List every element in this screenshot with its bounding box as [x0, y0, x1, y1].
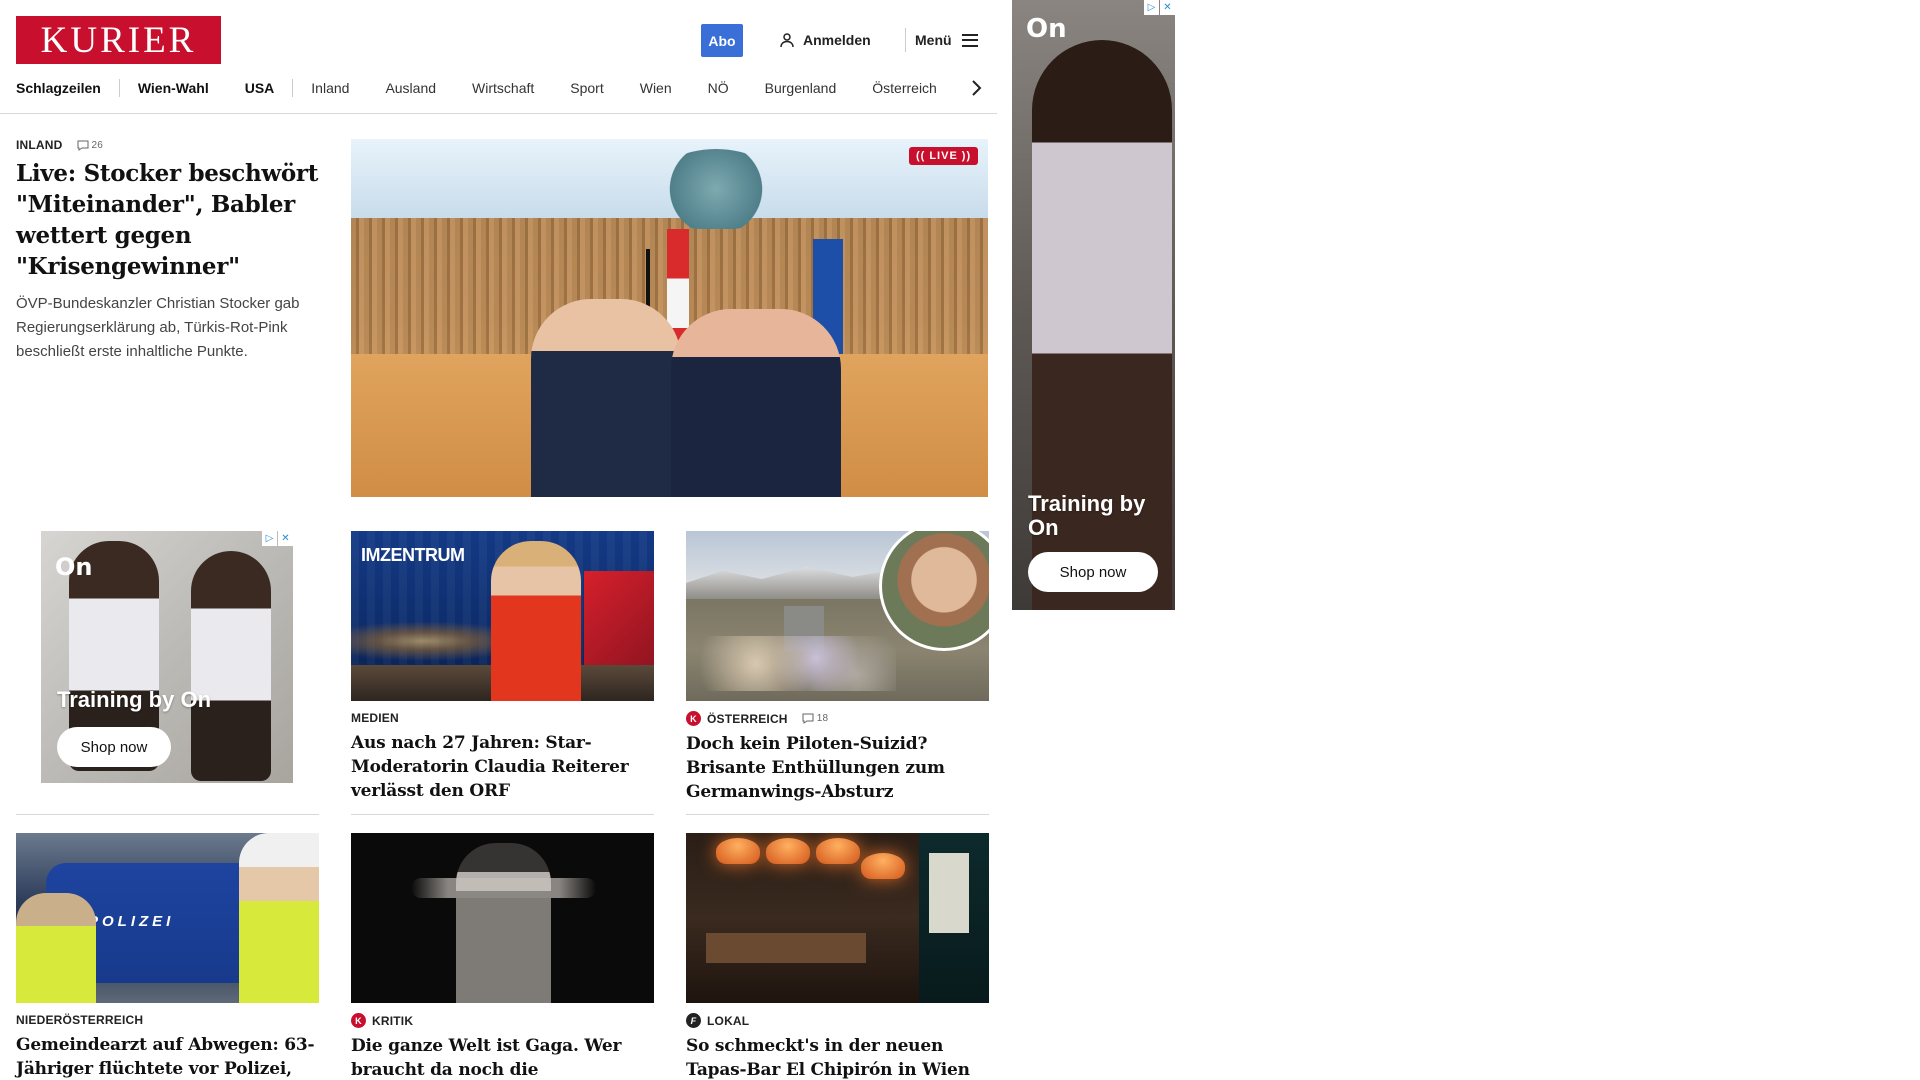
nav-item-wien-wahl[interactable]: Wien-Wahl — [120, 76, 227, 100]
user-icon — [780, 33, 794, 48]
site-header: KURIER Abo Anmelden Menü Schlagzeilen Wi… — [0, 0, 997, 114]
card-kicker: NIEDERÖSTERREICH — [16, 1013, 319, 1027]
nav-item-oesterreich[interactable]: Österreich — [854, 76, 955, 100]
row-divider — [351, 814, 654, 815]
advertisement-sidebar[interactable]: On ▷ ✕ Training by On Shop now — [1012, 0, 1175, 610]
ad-controls: ▷ ✕ — [262, 531, 293, 546]
comment-icon — [802, 713, 814, 724]
menu-label: Menü — [915, 32, 952, 48]
im-zentrum-logo: IMZENTRUM — [361, 545, 465, 565]
nav-item-burgenland[interactable]: Burgenland — [747, 76, 855, 100]
live-badge: (( LIVE )) — [909, 147, 979, 165]
menu-icon — [961, 33, 978, 47]
article-card-lokal[interactable]: f LOKAL So schmeckt's in der neuen Tapas… — [686, 833, 989, 1080]
card-title[interactable]: Aus nach 27 Jahren: Star-Moderatorin Cla… — [351, 731, 654, 803]
card-category: MEDIEN — [351, 711, 399, 725]
article-card-medien[interactable]: IMZENTRUM MEDIEN Aus nach 27 Jahren: Sta… — [351, 531, 654, 803]
article-image[interactable] — [686, 531, 989, 701]
row-divider — [16, 814, 319, 815]
header-divider — [905, 28, 906, 52]
ad-close-icon[interactable]: ✕ — [1160, 0, 1175, 15]
nav-item-schlagzeilen[interactable]: Schlagzeilen — [16, 76, 119, 100]
ad-shop-now-button[interactable]: Shop now — [57, 727, 171, 767]
lead-comment-count[interactable]: 26 — [77, 140, 104, 151]
nav-item-wien[interactable]: Wien — [622, 76, 690, 100]
card-kicker: MEDIEN — [351, 711, 654, 725]
login-label: Anmelden — [803, 32, 871, 48]
portrait-inset — [879, 531, 989, 651]
lead-article[interactable]: INLAND 26 Live: Stocker beschwört "Mitei… — [16, 138, 321, 364]
article-image[interactable]: POLIZEI — [16, 833, 319, 1003]
on-logo: On — [1026, 14, 1067, 44]
article-image[interactable] — [351, 833, 654, 1003]
live-label: LIVE — [929, 150, 958, 162]
lead-category: INLAND — [16, 138, 63, 152]
advertisement-inline[interactable]: On ▷ ✕ Training by On Shop now — [41, 531, 293, 783]
card-title[interactable]: So schmeckt's in der neuen Tapas-Bar El … — [686, 1034, 989, 1080]
nav-item-wirtschaft[interactable]: Wirtschaft — [454, 76, 552, 100]
comment-count: 18 — [816, 713, 829, 724]
chevron-right-icon[interactable] — [966, 78, 986, 98]
card-kicker: K KRITIK — [351, 1013, 654, 1028]
card-title[interactable]: Doch kein Piloten-Suizid? Brisante Enthü… — [686, 732, 989, 804]
ad-shop-now-button[interactable]: Shop now — [1028, 552, 1158, 592]
k-badge-icon: K — [686, 711, 701, 726]
nav-item-usa[interactable]: USA — [227, 76, 293, 100]
card-title[interactable]: Gemeindearzt auf Abwegen: 63-Jähriger fl… — [16, 1033, 319, 1080]
card-category: ÖSTERREICH — [707, 711, 788, 726]
ad-tagline: Training by On — [57, 687, 212, 712]
card-category: KRITIK — [372, 1013, 414, 1028]
adchoices-icon[interactable]: ▷ — [262, 531, 277, 546]
polizei-lettering: POLIZEI — [88, 913, 175, 930]
card-category: LOKAL — [707, 1013, 750, 1028]
lead-teaser: ÖVP-Bundeskanzler Christian Stocker gab … — [16, 295, 300, 360]
card-comment-count[interactable]: 18 — [802, 713, 829, 724]
comment-icon — [77, 140, 89, 151]
ad-close-icon[interactable]: ✕ — [278, 531, 293, 546]
card-title[interactable]: Die ganze Welt ist Gaga. Wer braucht da … — [351, 1034, 654, 1080]
menu-button[interactable]: Menü — [915, 28, 978, 52]
on-logo: On — [55, 553, 93, 581]
card-kicker: K ÖSTERREICH 18 — [686, 711, 989, 726]
article-image[interactable] — [686, 833, 989, 1003]
card-category: NIEDERÖSTERREICH — [16, 1013, 144, 1027]
nav-item-inland[interactable]: Inland — [293, 76, 367, 100]
adchoices-icon[interactable]: ▷ — [1144, 0, 1159, 15]
live-signal-icon: )) — [961, 150, 972, 162]
article-card-kritik[interactable]: K KRITIK Die ganze Welt ist Gaga. Wer br… — [351, 833, 654, 1080]
ad-tagline: Training by On — [1028, 491, 1146, 540]
abo-button[interactable]: Abo — [701, 24, 743, 57]
article-image[interactable]: IMZENTRUM — [351, 531, 654, 701]
login-button[interactable]: Anmelden — [779, 28, 871, 52]
nav-item-ausland[interactable]: Ausland — [367, 76, 454, 100]
card-kicker: f LOKAL — [686, 1013, 989, 1028]
comment-count: 26 — [91, 139, 104, 151]
main-navigation: Schlagzeilen Wien-Wahl USA Inland Auslan… — [16, 76, 955, 100]
lokal-badge-icon: f — [686, 1013, 701, 1028]
row-divider — [686, 814, 989, 815]
article-card-oesterreich[interactable]: K ÖSTERREICH 18 Doch kein Piloten-Suizid… — [686, 531, 989, 804]
nav-item-noe[interactable]: NÖ — [690, 76, 747, 100]
eagle-emblem — [651, 149, 781, 229]
k-badge-icon: K — [351, 1013, 366, 1028]
article-card-niederoesterreich[interactable]: POLIZEI NIEDERÖSTERREICH Gemeindearzt au… — [16, 833, 319, 1080]
kurier-logo[interactable]: KURIER — [16, 16, 221, 64]
ad-controls: ▷ ✕ — [1144, 0, 1175, 15]
lead-image[interactable]: (( LIVE )) — [351, 139, 988, 497]
lead-kicker: INLAND 26 — [16, 138, 321, 152]
lead-title[interactable]: Live: Stocker beschwört "Miteinander", B… — [16, 158, 321, 282]
nav-item-sport[interactable]: Sport — [552, 76, 621, 100]
live-signal-icon: (( — [916, 150, 926, 162]
